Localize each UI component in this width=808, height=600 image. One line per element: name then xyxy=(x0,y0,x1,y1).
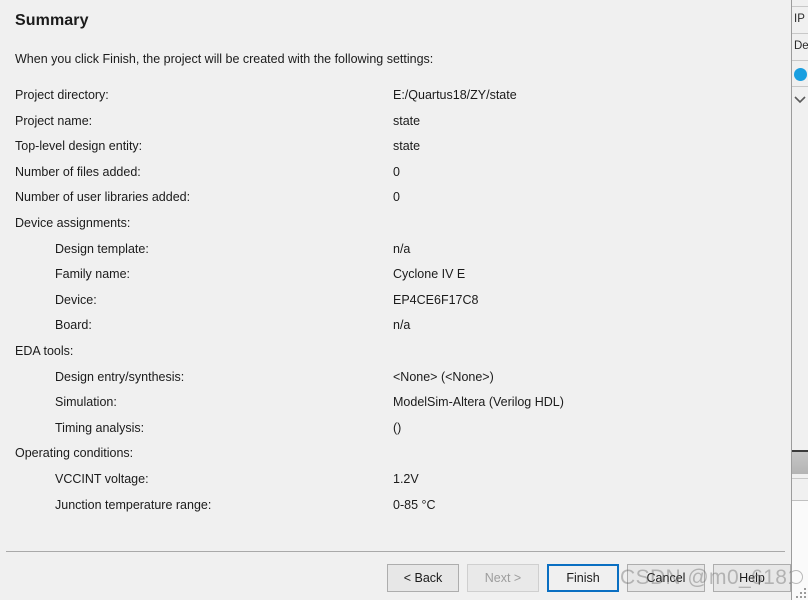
summary-row-label: Number of files added: xyxy=(15,164,141,179)
summary-row-label: Top-level design entity: xyxy=(15,139,143,154)
summary-row-label: Number of user libraries added: xyxy=(15,190,191,205)
summary-row-value: () xyxy=(393,420,402,435)
summary-row-value: 0 xyxy=(393,190,400,205)
summary-row: Device assignments: xyxy=(0,215,791,241)
summary-row-label: VCCINT voltage: xyxy=(55,471,149,486)
summary-row-value: Cyclone IV E xyxy=(393,267,466,282)
summary-row: Design entry/synthesis: <None> (<None>) xyxy=(0,369,791,395)
summary-row: VCCINT voltage: 1.2V xyxy=(0,471,791,497)
summary-row-label: Board: xyxy=(55,318,92,333)
summary-row-value: n/a xyxy=(393,318,411,333)
summary-row: Family name: Cyclone IV E xyxy=(0,266,791,292)
summary-row-label: Design template: xyxy=(55,241,149,256)
summary-row: Project directory: E:/Quartus18/ZY/state xyxy=(0,87,791,113)
summary-row-value: ModelSim-Altera (Verilog HDL) xyxy=(393,395,564,410)
summary-row-label: Timing analysis: xyxy=(55,420,145,435)
summary-row: EDA tools: xyxy=(0,343,791,369)
summary-row-label: Project directory: xyxy=(15,88,109,102)
strip-divider xyxy=(792,6,808,7)
summary-row-label: Junction temperature range: xyxy=(55,497,212,512)
chevron-down-icon[interactable] xyxy=(794,92,806,104)
strip-divider xyxy=(792,60,808,61)
next-button: Next > xyxy=(467,564,539,592)
strip-divider xyxy=(792,478,808,479)
summary-row: Device: EP4CE6F17C8 xyxy=(0,292,791,318)
strip-divider xyxy=(792,86,808,87)
summary-row-value: EP4CE6F17C8 xyxy=(393,292,479,307)
button-bar: < Back Next > Finish Cancel Help xyxy=(0,564,791,594)
summary-row: Project name: state xyxy=(0,113,791,139)
pane-header-band xyxy=(792,452,808,474)
summary-row-label: Project name: xyxy=(15,113,93,128)
resize-grip[interactable] xyxy=(796,588,807,599)
screen: Summary When you click Finish, the proje… xyxy=(0,0,808,600)
summary-row-label: EDA tools: xyxy=(15,343,74,358)
strip-item-details[interactable]: De xyxy=(794,39,808,53)
summary-row: Design template: n/a xyxy=(0,241,791,267)
summary-row-label: Device: xyxy=(55,292,97,307)
page-title: Summary xyxy=(15,12,89,29)
summary-row-value: 1.2V xyxy=(393,471,419,486)
help-button[interactable]: Help xyxy=(713,564,791,592)
summary-row-label: Operating conditions: xyxy=(15,446,134,461)
summary-row: Junction temperature range: 0-85 °C xyxy=(0,497,791,523)
back-button[interactable]: < Back xyxy=(387,564,459,592)
summary-row-value: E:/Quartus18/ZY/state xyxy=(393,88,517,102)
summary-row-label: Design entry/synthesis: xyxy=(55,369,185,384)
strip-item-ip[interactable]: IP xyxy=(794,12,805,26)
status-dot-icon xyxy=(794,68,807,81)
summary-row-label: Family name: xyxy=(55,267,131,282)
finish-button[interactable]: Finish xyxy=(547,564,619,592)
summary-row: Number of files added: 0 xyxy=(0,164,791,190)
summary-row: Number of user libraries added: 0 xyxy=(0,189,791,215)
new-project-wizard-dialog: Summary When you click Finish, the proje… xyxy=(0,0,791,600)
summary-row-label: Simulation: xyxy=(55,395,117,410)
summary-row: Operating conditions: xyxy=(0,445,791,471)
summary-row-value: n/a xyxy=(393,241,411,256)
summary-row-value: 0-85 °C xyxy=(393,497,436,512)
summary-row: Top-level design entity: state xyxy=(0,138,791,164)
summary-list: Project directory: E:/Quartus18/ZY/state P… xyxy=(0,87,791,522)
summary-row: Simulation: ModelSim-Altera (Verilog HDL) xyxy=(0,394,791,420)
summary-row-value: <None> (<None>) xyxy=(393,369,494,384)
summary-row-value: 0 xyxy=(393,164,400,179)
intro-text: When you click Finish, the project will … xyxy=(15,52,434,66)
footer-separator xyxy=(6,551,785,552)
summary-row-label: Device assignments: xyxy=(15,215,131,230)
summary-row: Board: n/a xyxy=(0,317,791,343)
ip-catalog-strip: IP De xyxy=(791,0,808,600)
cancel-button[interactable]: Cancel xyxy=(627,564,705,592)
lower-pane xyxy=(792,500,808,600)
summary-row-value: state xyxy=(393,139,421,154)
summary-row-value: state xyxy=(393,113,421,128)
strip-divider xyxy=(792,33,808,34)
summary-row: Timing analysis: () xyxy=(0,420,791,446)
